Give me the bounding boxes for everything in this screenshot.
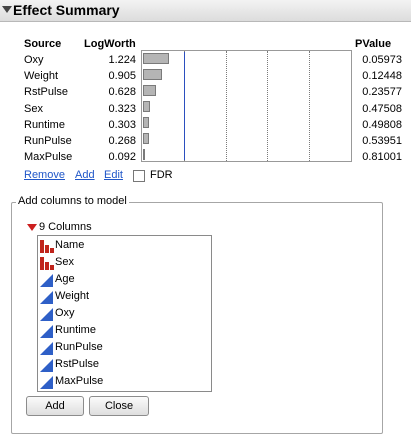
column-name: RunPulse (55, 341, 103, 353)
continuous-triangle-icon (40, 274, 54, 287)
column-name: Runtime (55, 324, 96, 336)
column-list-item[interactable]: Age (40, 272, 210, 289)
row-source: MaxPulse (24, 151, 73, 164)
column-list-item[interactable]: RstPulse (40, 357, 210, 374)
nominal-bars-icon (40, 240, 54, 253)
row-source: Oxy (24, 54, 44, 66)
logworth-bar (143, 149, 145, 160)
row-pvalue: 0.12448 (362, 70, 402, 83)
collapse-triangle-icon[interactable] (2, 6, 12, 13)
column-list-item[interactable]: Weight (40, 289, 210, 306)
row-logworth: 0.303 (108, 118, 136, 131)
column-list-item[interactable]: Oxy (40, 306, 210, 323)
column-name: Weight (55, 290, 90, 302)
column-list-item[interactable]: Runtime (40, 323, 210, 340)
columns-count-label: 9 Columns (39, 221, 92, 233)
row-logworth: 0.905 (108, 70, 136, 83)
column-header-logworth: LogWorth (84, 38, 136, 50)
effect-summary-header[interactable]: Effect Summary (0, 0, 411, 22)
remove-link[interactable]: Remove (24, 169, 65, 181)
chart-gridline (267, 51, 269, 161)
row-pvalue: 0.47508 (362, 102, 402, 115)
column-name: Oxy (55, 307, 75, 319)
row-pvalue: 0.05973 (362, 54, 402, 66)
continuous-triangle-icon (40, 325, 54, 338)
column-name: MaxPulse (55, 375, 104, 387)
add-columns-title: Add columns to model (16, 195, 129, 207)
close-button[interactable]: Close (89, 396, 149, 416)
column-list[interactable]: Name Sex Age Weight Oxy Runtime RunPulse RstPul… (37, 235, 212, 392)
chart-gridline (225, 51, 227, 161)
fdr-checkbox[interactable] (133, 170, 145, 182)
row-pvalue: 0.23577 (362, 86, 402, 99)
continuous-triangle-icon (40, 342, 54, 355)
column-name: Sex (55, 256, 74, 268)
add-button[interactable]: Add (26, 396, 84, 416)
row-source: Runtime (24, 118, 65, 131)
row-pvalue: 0.53951 (362, 135, 402, 147)
logworth-bar (143, 69, 162, 80)
chart-gridline (309, 51, 311, 161)
row-logworth: 1.224 (108, 54, 136, 66)
column-list-item[interactable]: MaxPulse (40, 374, 210, 391)
row-source: RunPulse (24, 135, 72, 147)
row-pvalue: 0.49808 (362, 118, 402, 131)
column-list-item[interactable]: RunPulse (40, 340, 210, 357)
continuous-triangle-icon (40, 308, 54, 321)
column-name: RstPulse (55, 358, 100, 370)
column-name: Age (55, 273, 75, 285)
nominal-bars-icon (40, 257, 54, 270)
red-triangle-menu-icon[interactable] (27, 224, 37, 231)
continuous-triangle-icon (40, 291, 54, 304)
logworth-bar (143, 53, 169, 64)
column-list-item[interactable]: Sex (40, 255, 210, 272)
add-link[interactable]: Add (75, 169, 95, 181)
row-source: RstPulse (24, 86, 69, 99)
row-source: Weight (24, 70, 59, 83)
row-logworth: 0.323 (108, 102, 136, 115)
logworth-bar (143, 133, 149, 144)
row-logworth: 0.268 (108, 135, 136, 147)
logworth-bar-chart (141, 50, 352, 162)
edit-link[interactable]: Edit (104, 169, 123, 181)
column-header-source: Source (24, 38, 62, 50)
significance-reference-line (183, 52, 185, 160)
row-pvalue: 0.81001 (362, 151, 402, 164)
row-logworth: 0.092 (108, 151, 136, 164)
logworth-bar (143, 117, 150, 128)
row-logworth: 0.628 (108, 86, 136, 99)
fdr-label: FDR (150, 169, 173, 181)
continuous-triangle-icon (40, 376, 54, 389)
continuous-triangle-icon (40, 359, 54, 372)
row-source: Sex (24, 102, 43, 115)
logworth-bar (143, 85, 157, 96)
column-list-item[interactable]: Name (40, 238, 210, 255)
logworth-bar (143, 101, 150, 112)
section-title: Effect Summary (13, 2, 120, 18)
column-header-pvalue: PValue (355, 38, 392, 50)
column-name: Name (55, 239, 85, 251)
